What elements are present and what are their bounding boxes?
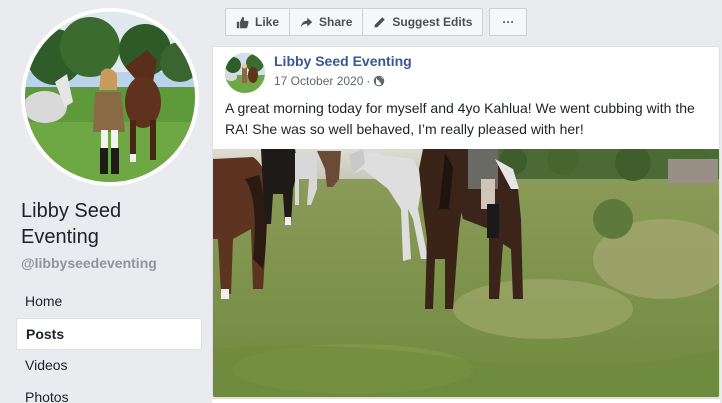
more-options-button[interactable]: ··· [489, 8, 528, 36]
left-sidebar: Libby Seed Eventing @libbyseedeventing H… [0, 0, 212, 403]
share-label: Share [319, 15, 353, 29]
post-meta: 17 October 2020 · [274, 74, 385, 88]
page-action-bar: Like Share Suggest Edits ··· [225, 8, 528, 36]
like-button[interactable]: Like [225, 8, 291, 36]
page-name: Libby Seed Eventing [21, 200, 122, 248]
post-author-link[interactable]: Libby Seed Eventing [274, 53, 412, 69]
nav-item-videos[interactable]: Videos [16, 350, 202, 382]
post-photo-image [213, 149, 719, 397]
post-timestamp[interactable]: 17 October 2020 [274, 74, 363, 88]
page-nav: Home Posts Videos Photos [16, 286, 202, 403]
post-body-text: A great morning today for myself and 4yo… [225, 100, 695, 137]
nav-item-posts[interactable]: Posts [16, 318, 202, 350]
post-photo[interactable] [213, 149, 719, 397]
meta-separator: · [366, 74, 371, 88]
suggest-edits-label: Suggest Edits [392, 15, 473, 29]
like-label: Like [255, 15, 280, 29]
profile-picture[interactable] [21, 8, 199, 186]
next-post-edge [212, 398, 720, 403]
pencil-icon [375, 16, 386, 27]
thumbs-up-icon [236, 16, 249, 28]
share-arrow-icon [300, 17, 313, 27]
nav-item-photos[interactable]: Photos [16, 382, 202, 403]
suggest-edits-button[interactable]: Suggest Edits [363, 8, 484, 36]
post-author-avatar[interactable] [225, 53, 265, 93]
page-handle: @libbyseedeventing [21, 255, 157, 271]
profile-photo-image [25, 12, 195, 182]
share-button[interactable]: Share [290, 8, 364, 36]
nav-item-home[interactable]: Home [16, 286, 202, 318]
more-dots-icon: ··· [502, 15, 515, 29]
post-card: Libby Seed Eventing 17 October 2020 · A … [212, 46, 720, 398]
avatar-image [225, 53, 265, 93]
globe-icon [374, 75, 385, 87]
